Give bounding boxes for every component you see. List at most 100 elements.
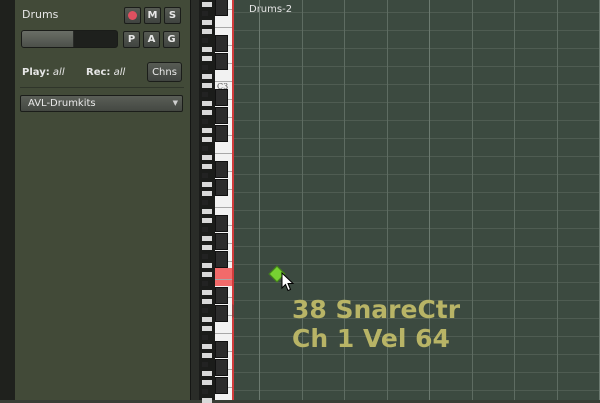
black-key[interactable] bbox=[215, 35, 228, 52]
overview-key bbox=[202, 47, 212, 52]
overview-key bbox=[202, 56, 212, 61]
white-key-separator bbox=[215, 333, 233, 334]
active-key-highlight bbox=[215, 268, 233, 286]
overview-key bbox=[202, 101, 212, 106]
black-key[interactable] bbox=[215, 125, 228, 142]
overview-key bbox=[202, 92, 208, 97]
piano-keyboard[interactable]: C3 C2 bbox=[215, 0, 233, 400]
note-tooltip-name: 38 SnareCtr bbox=[292, 295, 461, 324]
black-key[interactable] bbox=[215, 0, 228, 16]
overview-key bbox=[202, 2, 212, 7]
grid-beat-line bbox=[259, 0, 260, 400]
grid-row-line bbox=[234, 30, 600, 31]
white-key-separator bbox=[215, 207, 233, 208]
overview-key bbox=[202, 74, 212, 79]
black-key[interactable] bbox=[215, 179, 228, 196]
overview-key bbox=[202, 308, 208, 313]
panel-separator[interactable] bbox=[190, 0, 199, 400]
grid-row-line bbox=[234, 66, 600, 67]
grid-row-line bbox=[234, 48, 600, 49]
overview-key bbox=[202, 371, 212, 376]
play-label: Play: bbox=[22, 67, 50, 78]
solo-button[interactable]: S bbox=[164, 7, 181, 24]
grid-row-line bbox=[234, 246, 600, 247]
overview-key bbox=[202, 119, 208, 124]
black-key[interactable] bbox=[215, 89, 228, 106]
grid-row-line bbox=[234, 372, 600, 373]
gain-fader[interactable] bbox=[21, 30, 118, 48]
overview-key bbox=[202, 299, 212, 304]
playlist-button[interactable]: P bbox=[123, 31, 140, 48]
white-key-separator bbox=[215, 279, 233, 280]
white-key-separator bbox=[215, 81, 233, 82]
overview-key bbox=[202, 182, 212, 187]
black-key[interactable] bbox=[215, 251, 228, 268]
overview-key bbox=[202, 263, 212, 268]
grid-row-line bbox=[234, 354, 600, 355]
overview-key bbox=[202, 38, 208, 43]
grid-row-line bbox=[234, 12, 600, 13]
white-key-separator bbox=[215, 27, 233, 28]
black-key[interactable] bbox=[215, 53, 228, 70]
overview-key bbox=[202, 281, 208, 286]
black-key[interactable] bbox=[215, 377, 228, 394]
overview-key bbox=[202, 164, 212, 169]
overview-key bbox=[202, 137, 212, 142]
grid-row-line bbox=[234, 120, 600, 121]
gain-fader-fill bbox=[22, 31, 75, 47]
overview-key bbox=[202, 128, 212, 133]
overview-key bbox=[202, 173, 208, 178]
overview-key bbox=[202, 191, 212, 196]
group-button[interactable]: G bbox=[163, 31, 180, 48]
grid-row-line bbox=[234, 210, 600, 211]
black-key[interactable] bbox=[215, 287, 228, 304]
overview-key bbox=[202, 146, 208, 151]
overview-key bbox=[202, 227, 208, 232]
overview-key bbox=[202, 200, 208, 205]
black-key[interactable] bbox=[215, 359, 228, 376]
black-key[interactable] bbox=[215, 161, 228, 178]
region-name: Drums-2 bbox=[249, 4, 293, 15]
instrument-select[interactable]: AVL-Drumkits ▼ bbox=[20, 95, 183, 112]
overview-key bbox=[202, 155, 212, 160]
grid-row-line bbox=[234, 174, 600, 175]
black-key[interactable] bbox=[215, 305, 228, 322]
overview-key bbox=[202, 344, 212, 349]
overview-key bbox=[202, 20, 212, 25]
black-key[interactable] bbox=[215, 215, 228, 232]
grid-row-line bbox=[234, 192, 600, 193]
grid-row-line bbox=[234, 390, 600, 391]
grid-row-line bbox=[234, 264, 600, 265]
dropdown-caret-icon: ▼ bbox=[172, 99, 178, 107]
overview-key bbox=[202, 326, 212, 331]
black-key[interactable] bbox=[215, 341, 228, 358]
automation-button[interactable]: A bbox=[143, 31, 160, 48]
track-name: Drums bbox=[22, 8, 59, 21]
keyboard-overview[interactable] bbox=[199, 0, 412, 403]
channels-button[interactable]: Chns bbox=[147, 62, 182, 82]
overview-key bbox=[202, 209, 212, 214]
black-key[interactable] bbox=[215, 107, 228, 124]
record-icon bbox=[128, 11, 137, 20]
overview-key bbox=[202, 29, 212, 34]
overview-key bbox=[202, 389, 208, 394]
mouse-pointer-icon bbox=[281, 272, 295, 292]
overview-key bbox=[202, 11, 208, 16]
play-channel-status: Play: all bbox=[22, 67, 65, 78]
note-tooltip-channel-velocity: Ch 1 Vel 64 bbox=[292, 324, 450, 353]
play-value: all bbox=[52, 67, 65, 78]
overview-key bbox=[202, 272, 212, 277]
overview-key bbox=[202, 398, 212, 403]
overview-key bbox=[202, 83, 212, 88]
grid-beat-line bbox=[557, 0, 558, 400]
grid-beat-line bbox=[514, 0, 515, 400]
mute-button[interactable]: M bbox=[144, 7, 161, 24]
grid-row-line bbox=[234, 228, 600, 229]
instrument-select-value: AVL-Drumkits bbox=[28, 98, 96, 109]
record-enable-button[interactable] bbox=[124, 7, 141, 24]
overview-key bbox=[202, 245, 212, 250]
overview-key bbox=[202, 254, 208, 259]
black-key[interactable] bbox=[215, 233, 228, 250]
track-header: Drums M S P A G Play: all Rec: all Chns … bbox=[15, 0, 191, 400]
header-divider bbox=[20, 87, 184, 88]
